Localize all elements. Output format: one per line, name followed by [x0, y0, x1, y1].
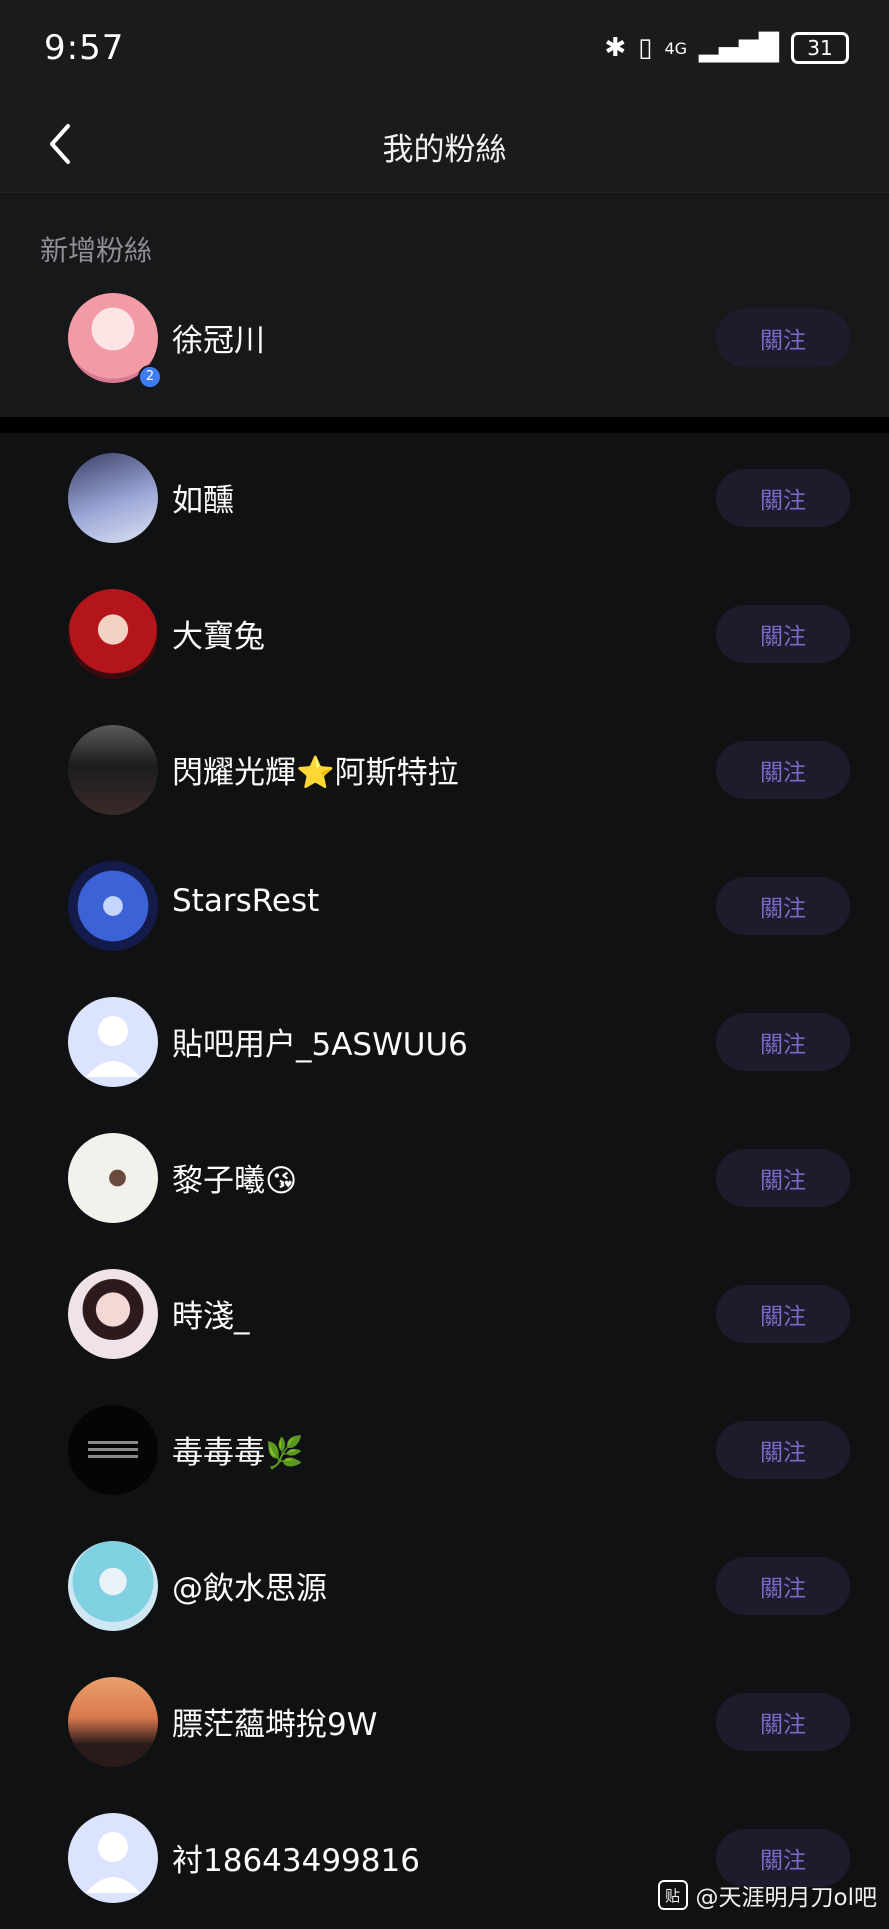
follower-row[interactable]: 閃耀光輝⭐阿斯特拉 關注 [0, 705, 889, 841]
follower-name: @飲水思源 [172, 1571, 327, 1607]
follow-button[interactable]: 關注 [716, 1285, 850, 1343]
follow-button[interactable]: 關注 [716, 309, 850, 367]
follower-row[interactable]: 黎子曦😘 關注 [0, 1113, 889, 1249]
follower-name: 黎子曦😘 [172, 1163, 298, 1199]
new-followers-section: 新增粉絲 2 徐冠川 關注 [0, 193, 889, 417]
avatar[interactable] [68, 1405, 158, 1495]
battery-icon: 31 [791, 32, 849, 64]
status-time: 9:57 [44, 28, 125, 68]
avatar[interactable] [68, 1133, 158, 1223]
follower-name: 膘茫蘊塒挩9W [172, 1707, 378, 1743]
tieba-logo-icon: 贴 [657, 1880, 688, 1910]
follower-row[interactable]: StarsRest 關注 [0, 841, 889, 977]
avatar[interactable] [68, 1541, 158, 1631]
network-type: 4G [664, 38, 688, 58]
follower-row[interactable]: 膘茫蘊塒挩9W 關注 [0, 1657, 889, 1793]
follower-name: 閃耀光輝⭐阿斯特拉 [172, 755, 459, 791]
avatar[interactable] [68, 453, 158, 543]
follow-button[interactable]: 關注 [716, 1557, 850, 1615]
count-badge: 2 [138, 365, 162, 389]
vibrate-icon: ▯ [638, 33, 653, 63]
follower-row[interactable]: 毒毒毒🌿 關注 [0, 1385, 889, 1521]
avatar[interactable] [68, 1813, 158, 1903]
avatar[interactable] [68, 997, 158, 1087]
follow-button[interactable]: 關注 [716, 1421, 850, 1479]
default-avatar-icon [86, 1016, 140, 1077]
status-bar: 9:57 ✱ ▯ 4G ▂▄▆█ 31 [0, 0, 889, 100]
section-label: 新增粉絲 [40, 234, 153, 267]
follower-name: 如醺 [172, 483, 234, 519]
avatar[interactable] [68, 725, 158, 815]
follow-button[interactable]: 關注 [716, 1013, 850, 1071]
follower-name: 徐冠川 [172, 323, 265, 359]
follower-name: 時淺_ [172, 1299, 250, 1335]
follow-button[interactable]: 關注 [716, 1149, 850, 1207]
follow-button[interactable]: 關注 [716, 605, 850, 663]
status-icons: ✱ ▯ 4G ▂▄▆█ 31 [604, 32, 849, 64]
battery-level: 31 [807, 36, 833, 60]
follow-button[interactable]: 關注 [716, 877, 850, 935]
follower-row[interactable]: 大寶兔 關注 [0, 569, 889, 705]
avatar[interactable] [68, 1677, 158, 1767]
avatar[interactable] [68, 589, 158, 679]
watermark: 贴 @天涯明月刀ol吧 [657, 1878, 877, 1912]
avatar[interactable] [68, 1269, 158, 1359]
follower-name: 大寶兔 [172, 619, 265, 655]
follower-name: 毒毒毒🌿 [172, 1435, 304, 1471]
top-bar: 我的粉絲 [0, 100, 889, 193]
follower-name: 衬18643499816 [172, 1843, 420, 1879]
follower-row[interactable]: 貼吧用户_5ASWUU6 關注 [0, 977, 889, 1113]
page-title: 我的粉絲 [382, 132, 507, 168]
text-avatar-icon [88, 1441, 138, 1458]
avatar[interactable] [68, 861, 158, 951]
follow-button[interactable]: 關注 [716, 1693, 850, 1751]
watermark-text: @天涯明月刀ol吧 [695, 1885, 877, 1911]
follower-row[interactable]: 時淺_ 關注 [0, 1249, 889, 1385]
follower-name: StarsRest [172, 883, 320, 919]
follower-row[interactable]: 如醺 關注 [0, 433, 889, 569]
follower-row[interactable]: 2 徐冠川 關注 [0, 273, 889, 409]
follower-name: 貼吧用户_5ASWUU6 [172, 1027, 468, 1063]
section-divider [0, 417, 889, 433]
follow-button[interactable]: 關注 [716, 741, 850, 799]
follower-row[interactable]: @飲水思源 關注 [0, 1521, 889, 1657]
signal-icon: ▂▄▆█ [699, 33, 779, 63]
default-avatar-icon [86, 1832, 140, 1893]
bluetooth-icon: ✱ [604, 33, 627, 63]
follow-button[interactable]: 關注 [716, 469, 850, 527]
